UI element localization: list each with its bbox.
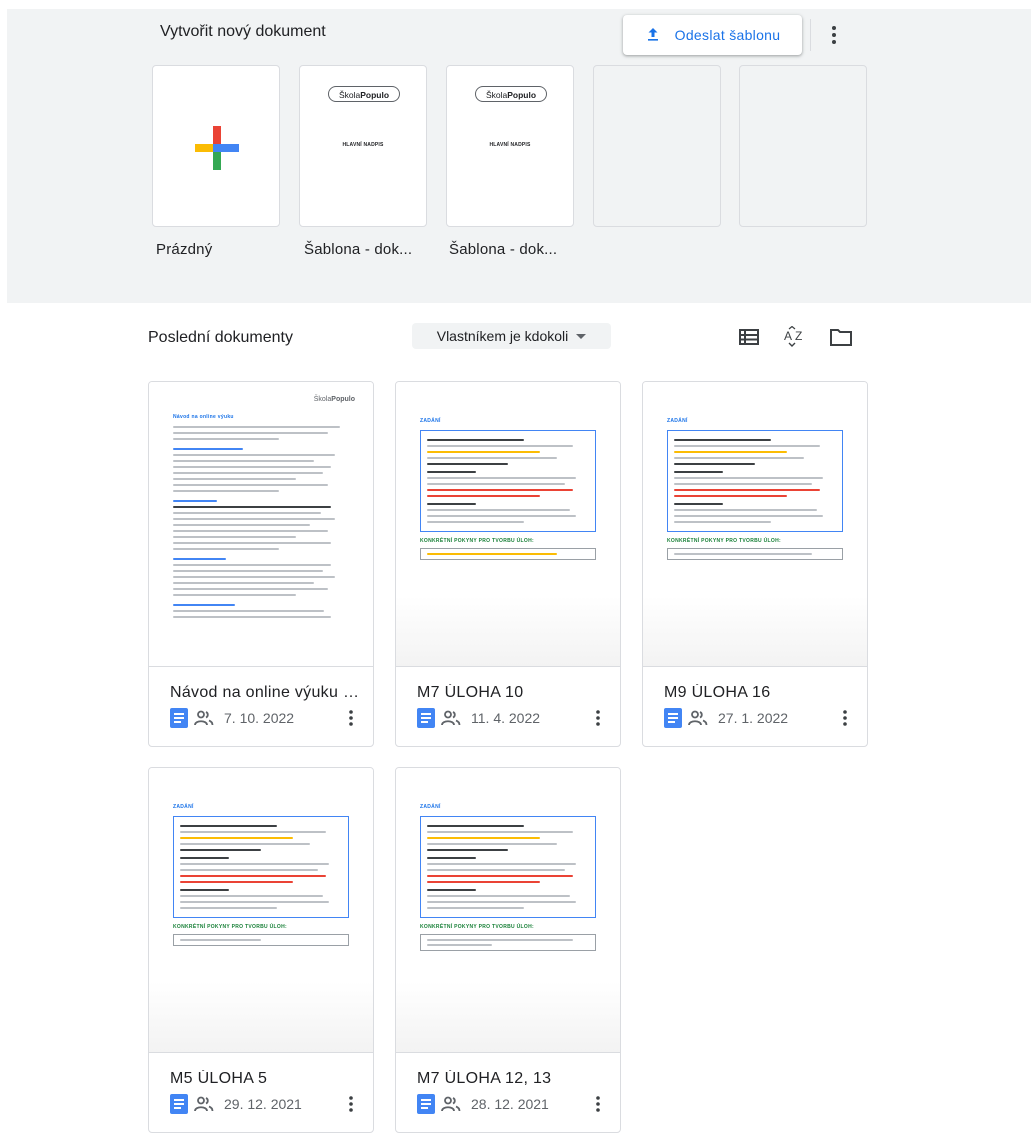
folder-icon [830, 329, 852, 346]
template-label-blank: Prázdný [156, 241, 213, 258]
doc-date: 27. 1. 2022 [718, 710, 789, 726]
doc-more-button[interactable] [343, 1094, 359, 1114]
toolbar-divider [810, 19, 811, 51]
doc-thumbnail: ZADÁNÍ KONKRÉTNÍ POKYNY PRO TVORBU ÚLOH: [643, 382, 867, 667]
gallery-title: Vytvořit nový dokument [160, 23, 326, 40]
sort-button[interactable]: AZ [783, 326, 807, 348]
template-label-doc-2: Šablona - dok... [449, 241, 558, 258]
doc-card[interactable]: ŠkolaPopulo Návod na online výuku Návod … [148, 381, 374, 747]
doc-more-button[interactable] [837, 708, 853, 728]
recent-documents-title: Poslední dokumenty [148, 329, 293, 346]
gallery-more-button[interactable] [822, 21, 846, 49]
template-placeholder [593, 65, 721, 227]
more-vert-icon [596, 710, 600, 726]
list-view-button[interactable] [737, 326, 761, 348]
thumb-instructions-heading: KONKRÉTNÍ POKYNY PRO TVORBU ÚLOH: [667, 538, 781, 544]
plus-icon [195, 126, 239, 170]
doc-card[interactable]: ZADÁNÍ KONKRÉTNÍ POKYNY PRO TVORBU ÚLOH:… [395, 381, 621, 747]
thumb-title: ZADÁNÍ [667, 418, 688, 424]
open-file-picker-button[interactable] [829, 326, 853, 348]
doc-title: M5 ÚLOHA 5 [170, 1070, 268, 1087]
docs-file-icon [417, 708, 435, 728]
doc-card[interactable]: ZADÁNÍ KONKRÉTNÍ POKYNY PRO TVORBU ÚLOH:… [148, 767, 374, 1133]
doc-thumbnail: ZADÁNÍ KONKRÉTNÍ POKYNY PRO TVORBU ÚLOH: [396, 382, 620, 667]
doc-title: M9 ÚLOHA 16 [664, 684, 771, 701]
doc-date: 11. 4. 2022 [471, 710, 541, 726]
doc-thumbnail: ZADÁNÍ KONKRÉTNÍ POKYNY PRO TVORBU ÚLOH: [149, 768, 373, 1053]
docs-file-icon [170, 1094, 188, 1114]
docs-file-icon [170, 708, 188, 728]
owner-filter-dropdown[interactable]: Vlastníkem je kdokoli [412, 323, 611, 349]
doc-more-button[interactable] [590, 1094, 606, 1114]
doc-date: 29. 12. 2021 [224, 1096, 302, 1112]
caret-down-icon [576, 333, 587, 339]
shared-people-icon [441, 1096, 461, 1112]
thumb-title: ZADÁNÍ [173, 804, 194, 810]
shared-people-icon [194, 1096, 214, 1112]
more-vert-icon [349, 1096, 353, 1112]
thumb-title: ZADÁNÍ [420, 418, 441, 424]
thumb-title: ZADÁNÍ [420, 804, 441, 810]
doc-thumbnail: ZADÁNÍ KONKRÉTNÍ POKYNY PRO TVORBU ÚLOH: [396, 768, 620, 1053]
docs-file-icon [417, 1094, 435, 1114]
doc-title: M7 ÚLOHA 12, 13 [417, 1070, 552, 1087]
template-heading: HLAVNÍ NADPIS [489, 142, 531, 148]
owner-filter-label: Vlastníkem je kdokoli [436, 328, 569, 344]
thumb-instructions-heading: KONKRÉTNÍ POKYNY PRO TVORBU ÚLOH: [420, 924, 534, 930]
doc-title: M7 ÚLOHA 10 [417, 684, 524, 701]
list-view-icon [739, 329, 759, 345]
shared-people-icon [194, 710, 214, 726]
more-vert-icon [832, 26, 836, 44]
template-label-doc-1: Šablona - dok... [304, 241, 413, 258]
doc-card[interactable]: ZADÁNÍ KONKRÉTNÍ POKYNY PRO TVORBU ÚLOH:… [642, 381, 868, 747]
doc-more-button[interactable] [343, 708, 359, 728]
shared-people-icon [441, 710, 461, 726]
thumb-instructions-heading: KONKRÉTNÍ POKYNY PRO TVORBU ÚLOH: [420, 538, 534, 544]
svg-text:Z: Z [795, 329, 802, 343]
docs-file-icon [664, 708, 682, 728]
school-logo: ŠkolaPopulo [313, 396, 355, 403]
upload-template-label: Odeslat šablonu [674, 27, 781, 43]
template-gallery: Vytvořit nový dokument Odeslat šablonu P… [7, 9, 1031, 303]
thumb-title: Návod na online výuku [173, 414, 234, 420]
school-logo: ŠkolaPopulo [475, 86, 547, 102]
template-doc-1[interactable]: ŠkolaPopulo HLAVNÍ NADPIS [299, 65, 427, 227]
template-heading: HLAVNÍ NADPIS [342, 142, 384, 148]
more-vert-icon [843, 710, 847, 726]
upload-icon [645, 26, 661, 45]
school-logo: ŠkolaPopulo [328, 86, 400, 102]
upload-template-button[interactable]: Odeslat šablonu [623, 15, 802, 55]
template-doc-2[interactable]: ŠkolaPopulo HLAVNÍ NADPIS [446, 65, 574, 227]
more-vert-icon [596, 1096, 600, 1112]
doc-more-button[interactable] [590, 708, 606, 728]
template-placeholder [739, 65, 867, 227]
sort-az-icon: AZ [784, 326, 802, 347]
doc-thumbnail: ŠkolaPopulo Návod na online výuku [149, 382, 373, 667]
doc-date: 7. 10. 2022 [224, 710, 295, 726]
template-blank[interactable] [152, 65, 280, 227]
doc-date: 28. 12. 2021 [471, 1096, 549, 1112]
more-vert-icon [349, 710, 353, 726]
thumb-instructions-heading: KONKRÉTNÍ POKYNY PRO TVORBU ÚLOH: [173, 924, 287, 930]
svg-text:A: A [784, 329, 792, 343]
doc-card[interactable]: ZADÁNÍ KONKRÉTNÍ POKYNY PRO TVORBU ÚLOH:… [395, 767, 621, 1133]
doc-title: Návod na online výuku pr... [170, 684, 366, 701]
shared-people-icon [688, 710, 708, 726]
